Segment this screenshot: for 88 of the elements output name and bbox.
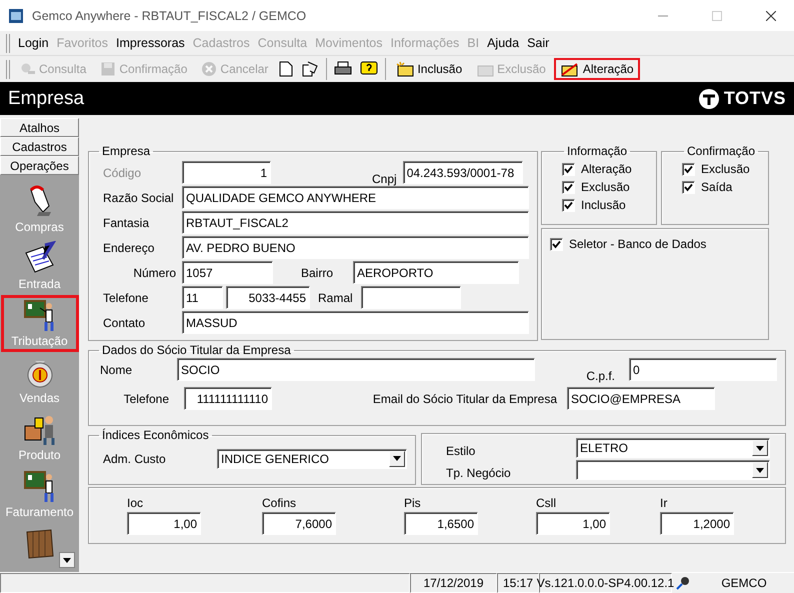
checkbox[interactable]: Exclusão — [682, 160, 760, 178]
menu-item[interactable]: Login — [14, 36, 53, 50]
sidebar-tab[interactable]: Atalhos — [0, 118, 79, 137]
text-field[interactable]: MASSUD — [182, 311, 529, 334]
group-title: Informação — [566, 144, 628, 158]
text-field[interactable]: 7,6000 — [262, 512, 336, 535]
text-field[interactable]: AEROPORTO — [353, 261, 519, 284]
field-label: Ir — [660, 496, 668, 510]
text-field[interactable]: SOCIO@EMPRESA — [567, 387, 715, 410]
status-version: Vs.121.0.0.0-SP4.00.12.1 — [539, 573, 672, 593]
field-label: Pis — [404, 496, 422, 510]
field-label: Cofins — [262, 496, 298, 510]
field-label: Adm. Custo — [102, 452, 167, 466]
field-label: Telefone — [102, 290, 150, 304]
folder-sparkle-icon — [396, 61, 414, 77]
text-field[interactable]: 1057 — [182, 261, 273, 284]
text-field[interactable]: 1,2000 — [660, 512, 734, 535]
page-icon — [301, 61, 320, 77]
caret-icon — [393, 456, 401, 461]
caret-icon — [756, 468, 764, 472]
field-label: Fantasia — [102, 216, 150, 230]
text-field[interactable]: 04.243.593/0001-78 — [402, 161, 523, 184]
text-field[interactable]: 5033-4455 — [226, 286, 310, 309]
field-label: Ramal — [318, 290, 353, 304]
documents-pen-icon — [22, 241, 56, 275]
text-field[interactable]: 111111111110 — [184, 387, 272, 410]
cancel-icon — [201, 61, 218, 77]
field-label: Telefone — [122, 392, 169, 406]
blank-page-icon — [279, 61, 294, 77]
field-label: Email do Sócio Titular da Empresa — [372, 392, 557, 406]
teacher-board-icon — [22, 469, 56, 503]
printer-icon — [334, 61, 352, 77]
brand-name: TOTVS — [724, 88, 786, 109]
scroll-down-button[interactable] — [59, 552, 75, 568]
field-label: Tp. Negócio — [445, 465, 512, 480]
status-date: 17/12/2019 — [410, 573, 497, 593]
group-title: Confirmação — [686, 144, 756, 158]
help-icon — [360, 61, 378, 77]
teacher-board-icon — [22, 298, 56, 332]
field-label: Endereço — [102, 240, 156, 254]
menu-item[interactable]: Impressoras — [112, 36, 189, 50]
logo-icon — [698, 88, 720, 110]
dropdown[interactable]: INDICE GENERICO — [217, 448, 407, 468]
text-field[interactable]: 1,00 — [127, 512, 201, 535]
dropdown[interactable]: ELETRO — [576, 438, 770, 458]
text-field[interactable]: QUALIDADE GEMCO ANYWHERE — [182, 186, 529, 209]
caret-icon — [63, 558, 71, 562]
text-field[interactable]: SOCIO — [177, 358, 535, 381]
dropdown[interactable] — [576, 460, 770, 480]
field-label: Ioc — [127, 496, 144, 510]
text-field[interactable]: 1,6500 — [404, 512, 478, 535]
field-label: Estilo — [445, 443, 476, 458]
checkbox[interactable]: Seletor - Banco de Dados — [550, 235, 760, 253]
sidebar-tab[interactable]: Operações — [0, 156, 79, 175]
text-field[interactable] — [360, 286, 461, 309]
caret-icon — [756, 446, 764, 450]
field-label: Cnpj — [372, 172, 397, 186]
text-field[interactable]: 11 — [182, 286, 223, 309]
checkmark-icon — [552, 240, 561, 248]
menu-item[interactable]: Sair — [523, 36, 554, 50]
text-field[interactable]: 0 — [629, 358, 777, 381]
checkbox[interactable]: Inclusão — [562, 196, 648, 214]
group-title: Dados do Sócio Titular da Empresa — [101, 343, 292, 357]
toolbar-button[interactable]: Inclusão — [390, 58, 468, 80]
toolbar-button[interactable]: Alteração — [554, 58, 640, 80]
checkbox[interactable]: Saída — [682, 178, 760, 196]
menu-item[interactable]: Ajuda — [483, 36, 524, 50]
field-label: C.p.f. — [585, 368, 615, 382]
group-title: Índices Econômicos — [101, 428, 210, 442]
page-title: Empresa — [8, 88, 84, 110]
sidebar-tab[interactable]: Cadastros — [0, 137, 79, 156]
field-label: Número — [132, 266, 176, 280]
app-icon — [8, 8, 24, 24]
field-label: Código — [102, 166, 142, 180]
field-label: Contato — [102, 316, 146, 330]
text-field[interactable]: RBTAUT_FISCAL2 — [182, 211, 529, 234]
checkbox[interactable]: Exclusão — [562, 178, 648, 196]
folder-pencil-icon — [560, 61, 580, 77]
field-label: Csll — [536, 496, 557, 510]
field-label: Bairro — [300, 266, 333, 280]
group-title: Empresa — [101, 144, 152, 158]
text-field[interactable]: AV. PEDRO BUENO — [182, 236, 529, 259]
status-user: GEMCO — [720, 575, 768, 592]
field-label: Nome — [99, 362, 134, 376]
checkbox[interactable]: Alteração — [562, 160, 648, 178]
window-title: Gemco Anywhere - RBTAUT_FISCAL2 / GEMCO — [32, 8, 308, 22]
text-field[interactable]: 1,00 — [536, 512, 610, 535]
field-label: Razão Social — [102, 190, 175, 204]
